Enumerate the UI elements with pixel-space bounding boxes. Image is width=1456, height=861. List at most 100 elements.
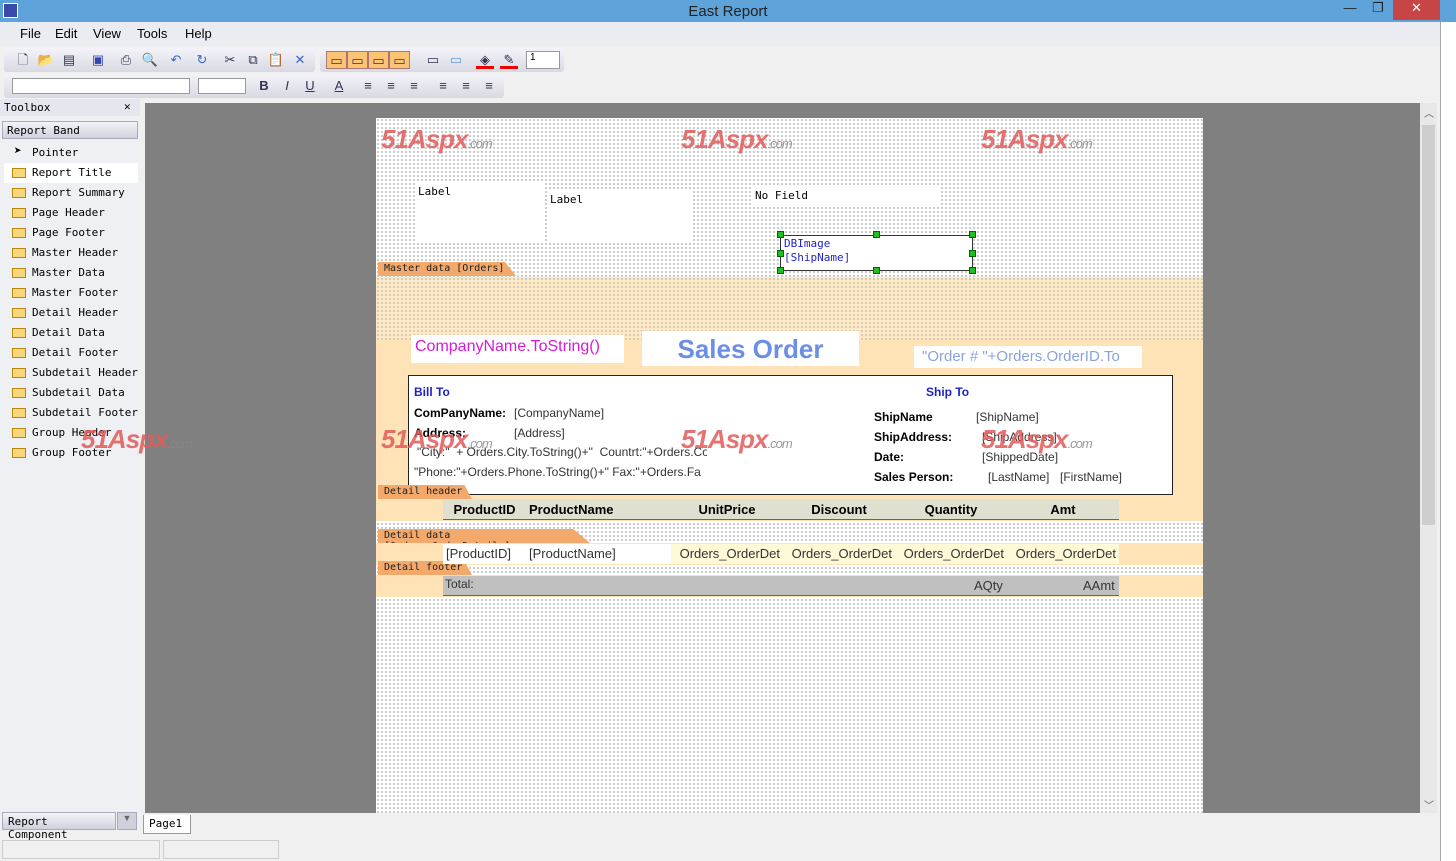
- frame-left-icon[interactable]: ▭: [326, 51, 347, 69]
- order-number-expr[interactable]: "Order # "+Orders.OrderID.To: [914, 346, 1142, 368]
- toolbox-item-report-title[interactable]: Report Title: [4, 163, 138, 183]
- frame-none-icon[interactable]: ▭: [447, 51, 465, 69]
- print-icon[interactable]: ⎙: [117, 51, 135, 69]
- valign-middle-icon[interactable]: ≡: [457, 77, 475, 95]
- toolbox-item-report-summary[interactable]: Report Summary: [4, 183, 138, 203]
- page-tab-page1[interactable]: Page1: [143, 815, 191, 834]
- company-field[interactable]: [CompanyName]: [514, 406, 604, 420]
- undo-icon[interactable]: ↶: [167, 51, 185, 69]
- detail-field[interactable]: [ProductName]: [526, 544, 671, 564]
- menu-view[interactable]: View: [93, 26, 121, 41]
- detail-field[interactable]: Orders_OrderDet: [1007, 544, 1119, 564]
- detail-field[interactable]: Orders_OrderDet: [895, 544, 1007, 564]
- save-as-icon[interactable]: ▤: [60, 51, 78, 69]
- toolbox-item-master-data[interactable]: Master Data: [4, 263, 138, 283]
- save-icon[interactable]: ▣: [89, 51, 107, 69]
- ship-address-label[interactable]: ShipAddress:: [874, 430, 952, 444]
- fill-color-icon[interactable]: ◈: [476, 51, 494, 69]
- toolbox-item-detail-footer[interactable]: Detail Footer: [4, 343, 138, 363]
- company-name-expr[interactable]: CompanyName.ToString(): [411, 335, 624, 363]
- last-name-field[interactable]: [LastName]: [988, 470, 1049, 484]
- column-header[interactable]: Amt: [1007, 499, 1119, 520]
- total-label[interactable]: Total:: [445, 577, 474, 591]
- resize-handle[interactable]: [777, 267, 784, 274]
- open-icon[interactable]: 📂: [37, 51, 55, 69]
- menu-tools[interactable]: Tools: [137, 26, 167, 41]
- bill-to-label[interactable]: Bill To: [414, 385, 450, 399]
- resize-handle[interactable]: [873, 267, 880, 274]
- column-header[interactable]: UnitPrice: [671, 499, 783, 520]
- resize-handle[interactable]: [777, 250, 784, 257]
- redo-icon[interactable]: ↻: [193, 51, 211, 69]
- chevron-down-icon[interactable]: ▼: [117, 812, 137, 830]
- no-field-label[interactable]: No Field: [752, 187, 940, 207]
- delete-icon[interactable]: ✕: [291, 51, 309, 69]
- toolbox-item-page-header[interactable]: Page Header: [4, 203, 138, 223]
- column-header[interactable]: Discount: [783, 499, 895, 520]
- font-size-select[interactable]: [198, 78, 246, 94]
- align-right-icon[interactable]: ≡: [405, 77, 423, 95]
- resize-handle[interactable]: [969, 231, 976, 238]
- toolbox-item-page-footer[interactable]: Page Footer: [4, 223, 138, 243]
- band-tab-master-data[interactable]: Master data [Orders]: [378, 262, 516, 276]
- paste-icon[interactable]: 📋: [267, 51, 285, 69]
- italic-icon[interactable]: I: [278, 77, 296, 95]
- toolbox-item-subdetail-footer[interactable]: Subdetail Footer: [4, 403, 138, 423]
- column-header[interactable]: ProductID: [443, 499, 526, 520]
- detail-field[interactable]: Orders_OrderDet: [783, 544, 895, 564]
- toolbox-item-subdetail-header[interactable]: Subdetail Header: [4, 363, 138, 383]
- ship-name-label[interactable]: ShipName: [874, 410, 933, 424]
- new-icon[interactable]: 🗋: [14, 51, 32, 69]
- first-name-field[interactable]: [FirstName]: [1060, 470, 1122, 484]
- toolbox-item-pointer[interactable]: ➤ Pointer: [4, 143, 138, 163]
- align-center-icon[interactable]: ≡: [382, 77, 400, 95]
- column-header[interactable]: Quantity: [895, 499, 1007, 520]
- toolbox-item-subdetail-data[interactable]: Subdetail Data: [4, 383, 138, 403]
- label-2[interactable]: Label: [547, 191, 693, 241]
- company-label[interactable]: ComPanyName:: [414, 406, 506, 420]
- report-band-group[interactable]: Report Band: [2, 121, 138, 139]
- resize-handle[interactable]: [969, 267, 976, 274]
- cut-icon[interactable]: ✂: [221, 51, 239, 69]
- label-1[interactable]: Label: [415, 183, 545, 243]
- address-field[interactable]: [Address]: [514, 426, 565, 440]
- align-left-icon[interactable]: ≡: [359, 77, 377, 95]
- maximize-button[interactable]: ❐: [1363, 0, 1393, 20]
- dbimage-field[interactable]: DBImage [ShipName]: [780, 235, 973, 271]
- menu-edit[interactable]: Edit: [55, 26, 77, 41]
- resize-handle[interactable]: [969, 250, 976, 257]
- bold-icon[interactable]: B: [255, 77, 273, 95]
- frame-all-icon[interactable]: ▭: [424, 51, 442, 69]
- date-label[interactable]: Date:: [874, 450, 904, 464]
- total-amt-field[interactable]: AAmt: [1083, 578, 1115, 593]
- detail-field[interactable]: [ProductID]: [443, 544, 526, 564]
- font-name-select[interactable]: [12, 78, 190, 94]
- frame-right-icon[interactable]: ▭: [368, 51, 389, 69]
- phone-expr[interactable]: "Phone:"+Orders.Phone.ToString()+" Fax:"…: [414, 465, 709, 479]
- toolbox-close-icon[interactable]: ✕: [124, 100, 131, 113]
- column-header[interactable]: ProductName: [526, 499, 671, 520]
- toolbox-item-detail-header[interactable]: Detail Header: [4, 303, 138, 323]
- valign-bottom-icon[interactable]: ≡: [480, 77, 498, 95]
- frame-bottom-icon[interactable]: ▭: [389, 51, 410, 69]
- resize-handle[interactable]: [873, 231, 880, 238]
- menu-help[interactable]: Help: [185, 26, 212, 41]
- ship-name-field[interactable]: [ShipName]: [976, 410, 1039, 424]
- report-component-tab[interactable]: Report Component: [2, 812, 116, 841]
- frame-top-icon[interactable]: ▭: [347, 51, 368, 69]
- toolbox-item-master-footer[interactable]: Master Footer: [4, 283, 138, 303]
- total-qty-field[interactable]: AQty: [974, 578, 1003, 593]
- line-color-icon[interactable]: ✎: [500, 51, 518, 69]
- sales-person-label[interactable]: Sales Person:: [874, 470, 953, 484]
- font-color-icon[interactable]: A: [330, 77, 348, 95]
- valign-top-icon[interactable]: ≡: [434, 77, 452, 95]
- resize-handle[interactable]: [777, 231, 784, 238]
- toolbox-item-detail-data[interactable]: Detail Data: [4, 323, 138, 343]
- detail-field[interactable]: Orders_OrderDet: [671, 544, 783, 564]
- band-tab-detail-data[interactable]: Detail data [Orders_OrderDetails]: [378, 529, 590, 543]
- copy-icon[interactable]: ⧉: [244, 51, 262, 69]
- band-tab-detail-header[interactable]: Detail header: [378, 485, 472, 499]
- close-button[interactable]: ✕: [1393, 0, 1440, 20]
- underline-icon[interactable]: U: [301, 77, 319, 95]
- minimize-button[interactable]: —: [1335, 0, 1365, 20]
